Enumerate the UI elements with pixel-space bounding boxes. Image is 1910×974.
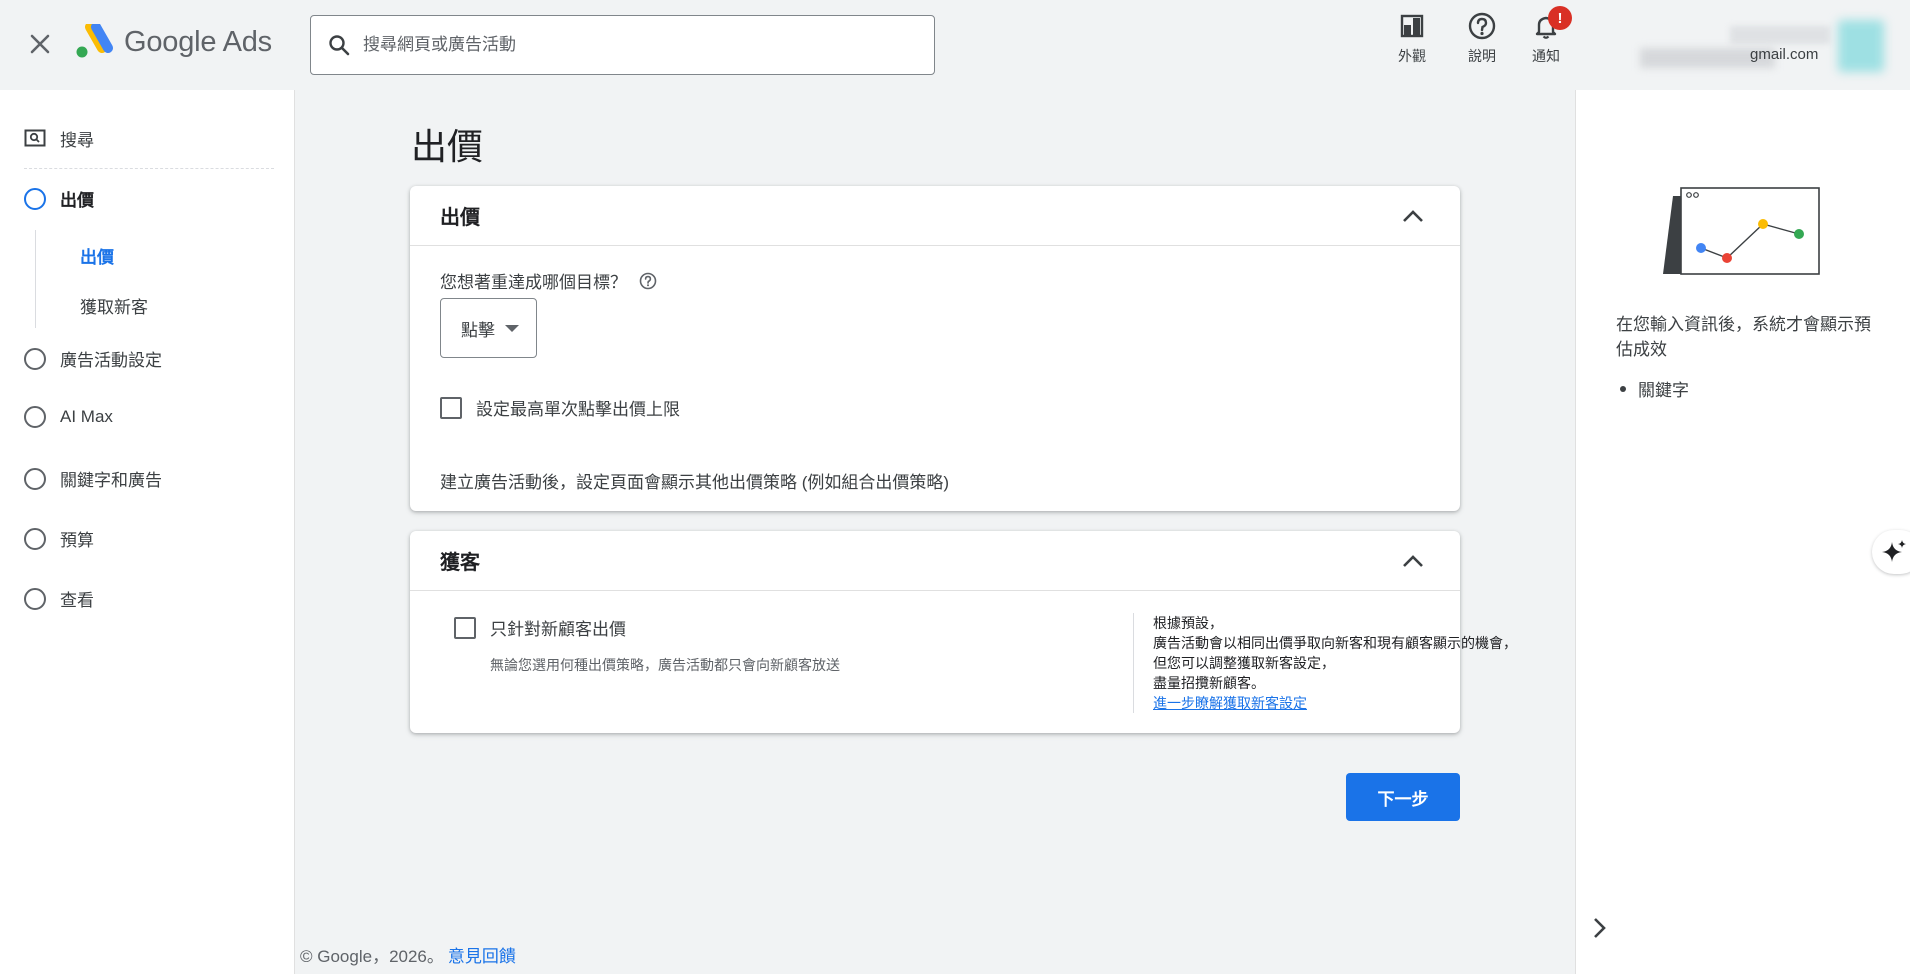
help-circle-icon [639,272,657,289]
account-name-redacted [1730,26,1830,44]
sidebar-item-label: 查看 [60,591,94,610]
expand-panel-button[interactable] [1584,910,1614,946]
info-line: 盡量招攬新顧客。 [1153,675,1265,691]
close-icon [30,34,50,54]
appearance-label: 外觀 [1398,48,1426,64]
acquisition-info: 根據預設， 廣告活動會以相同出價爭取向新客和現有顧客顯示的機會， 但您可以調整獲… [1153,613,1573,713]
page-title: 出價 [411,126,484,167]
dropdown-arrow-icon [505,324,519,332]
max-cpc-label: 設定最高單次點擊出價上限 [476,400,680,419]
bidding-card: 出價 您想著重達成哪個目標？ 點擊 設定最高單次點擊出價上限 建立廣告活動後，設… [410,186,1460,511]
sidebar-item-label: 關鍵字和廣告 [60,471,162,490]
step-circle-icon [24,347,46,370]
sidebar-item-budget[interactable]: 預算 [24,526,94,551]
sidebar-divider [24,168,274,169]
next-button[interactable]: 下一步 [1346,773,1460,821]
sidebar-item-label: AI Max [60,407,113,426]
appearance-button[interactable]: 外觀 [1382,12,1442,74]
bidding-goal-question: 您想著重達成哪個目標？ [440,268,657,293]
forecast-message: 在您輸入資訊後，系統才會顯示預估成效 [1616,315,1871,359]
logo-text: Google Ads [124,25,272,58]
help-button[interactable]: 說明 [1452,12,1512,74]
learn-more-link[interactable]: 進一步瞭解獲取新客設定 [1153,695,1307,711]
help-circle-icon [1468,12,1496,40]
sidebar-subitem-customer-acquisition[interactable]: 獲取新客 [80,293,148,318]
feedback-link[interactable]: 意見回饋 [448,947,516,966]
bidding-card-title: 出價 [440,207,480,229]
help-tooltip-button[interactable] [639,272,657,290]
bidding-strategy-note: 建立廣告活動後，設定頁面會顯示其他出價策略 (例如組合出價策略) [440,473,950,492]
dropdown-value: 點擊 [461,320,495,340]
info-line: 廣告活動會以相同出價爭取向新客和現有顧客顯示的機會， [1153,635,1517,651]
chevron-right-icon [1594,918,1606,938]
notifications-button[interactable]: ! 通知 [1516,6,1576,74]
left-sidebar: 搜尋 出價 出價 獲取新客 廣告活動設定 AI Max 關鍵字和廣告 預算 查看 [0,90,295,974]
help-label: 說明 [1468,48,1496,64]
right-panel: 在您輸入資訊後，系統才會顯示預估成效 關鍵字 [1575,90,1910,974]
sidebar-search-label: 搜尋 [60,131,94,150]
new-customer-checkbox[interactable] [454,616,476,639]
search-page-icon [24,129,46,146]
sidebar-subitem-bidding[interactable]: 出價 [80,243,114,268]
sidebar-item-label: 預算 [60,531,94,550]
sidebar-item-ai-max[interactable]: AI Max [24,406,113,428]
performance-chart-illustration [1663,187,1820,275]
sidebar-item-label: 出價 [60,191,94,210]
bidding-goal-question-text: 您想著重達成哪個目標？ [440,273,627,292]
acquisition-card: 獲客 只針對新顧客出價 無論您選用何種出價策略，廣告活動都只會向新顧客放送 根據… [410,531,1517,733]
acquisition-card-title: 獲客 [440,552,480,574]
sparkle-icon [1882,540,1906,562]
new-customer-checkbox-row[interactable]: 只針對新顧客出價 [454,615,626,640]
forecast-bullet-text: 關鍵字 [1638,381,1689,400]
sidebar-item-campaign-settings[interactable]: 廣告活動設定 [24,346,162,371]
close-button[interactable] [22,26,58,62]
sidebar-item-bidding[interactable]: 出價 [24,186,94,211]
avatar[interactable] [1838,20,1884,72]
info-line: 但您可以調整獲取新客設定， [1153,655,1335,671]
account-menu[interactable]: gmail.com [1620,20,1900,75]
step-circle-icon [24,587,46,610]
chevron-up-icon [1403,554,1423,567]
step-circle-icon [24,187,46,210]
collapse-button[interactable] [1396,544,1430,578]
info-line: 根據預設， [1153,615,1223,631]
search-icon [329,35,350,56]
bidding-goal-dropdown[interactable]: 點擊 [440,298,537,358]
account-email: gmail.com [1750,46,1819,63]
bullet-dot [1620,385,1626,392]
notification-badge: ! [1548,6,1572,30]
search-input[interactable] [363,35,903,55]
google-ads-logo-icon [76,24,113,58]
search-box[interactable] [310,15,935,75]
notifications-label: 通知 [1532,48,1560,64]
new-customer-description: 無論您選用何種出價策略，廣告活動都只會向新顧客放送 [490,657,840,673]
new-customer-label: 只針對新顧客出價 [490,620,626,639]
collapse-button[interactable] [1396,199,1430,233]
copyright: © Google，2026。 [300,947,444,966]
sidebar-search[interactable]: 搜尋 [24,126,94,151]
acquisition-card-header[interactable]: 獲客 [410,531,1460,591]
chevron-up-icon [1403,209,1423,222]
bidding-card-header[interactable]: 出價 [410,186,1460,246]
appearance-icon [1400,14,1424,38]
google-ads-logo[interactable]: Google Ads [74,24,272,60]
step-circle-icon [24,406,46,428]
footer: © Google，2026。 意見回饋 [300,942,516,967]
max-cpc-checkbox-row[interactable]: 設定最高單次點擊出價上限 [440,395,680,420]
sidebar-item-label: 廣告活動設定 [60,351,162,370]
top-header: Google Ads 外觀 說明 ! 通知 [0,0,1910,90]
forecast-bullet: 關鍵字 [1616,376,1689,401]
vertical-divider [1133,613,1134,713]
sidebar-item-keywords-ads[interactable]: 關鍵字和廣告 [24,466,162,491]
step-circle-icon [24,467,46,490]
sidebar-item-review[interactable]: 查看 [24,586,94,611]
max-cpc-checkbox[interactable] [440,396,462,419]
sub-nav-line [35,230,36,328]
step-circle-icon [24,527,46,550]
ai-assistant-button[interactable] [1872,530,1910,574]
